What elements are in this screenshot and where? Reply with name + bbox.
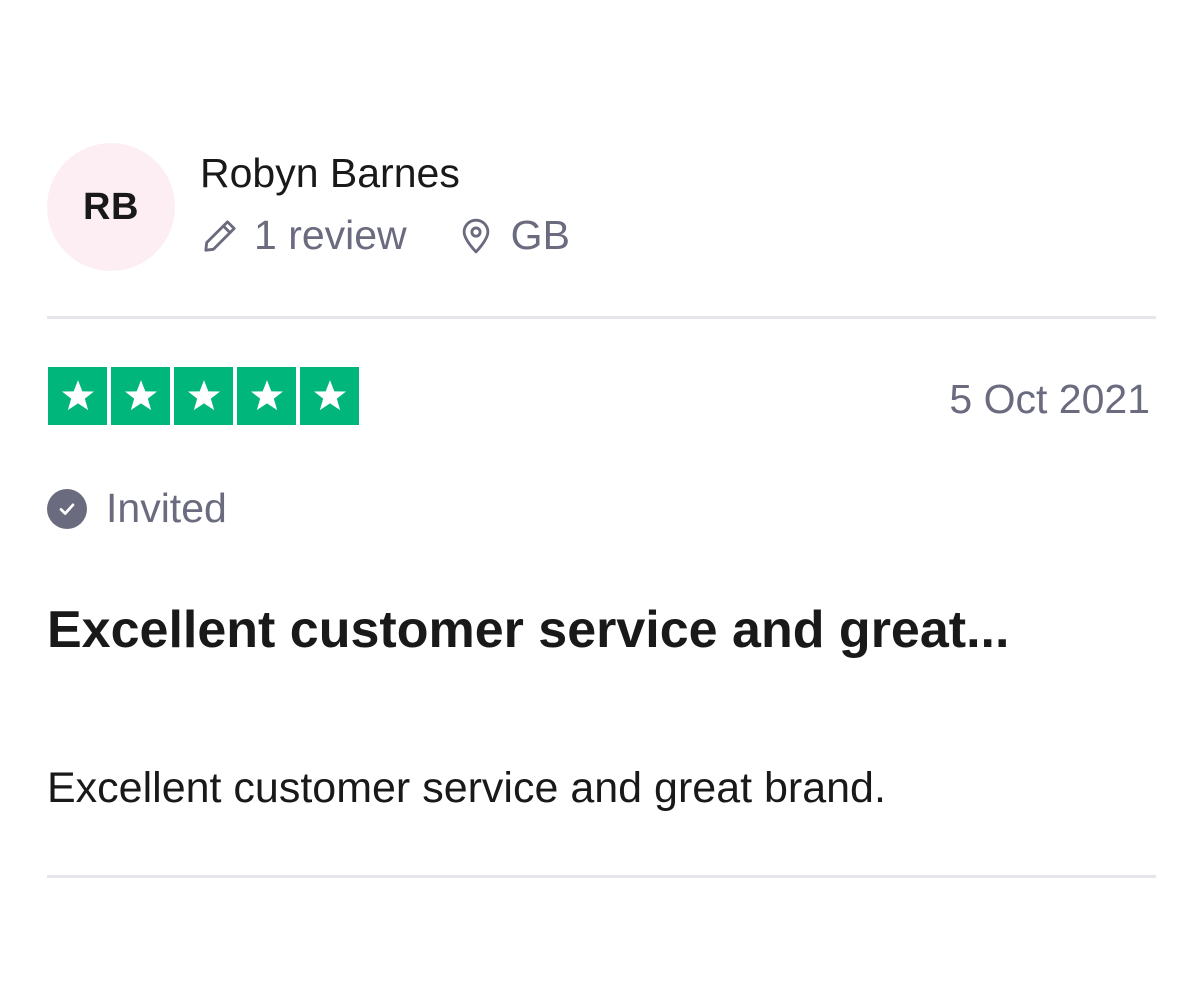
country-code: GB [510, 212, 570, 258]
review-body: Excellent customer service and great bra… [47, 764, 886, 812]
star-icon [48, 367, 107, 425]
star-rating [48, 367, 359, 425]
review-count: 1 review [254, 212, 407, 258]
invited-label[interactable]: Invited [47, 485, 227, 532]
location-pin-icon [457, 216, 495, 256]
divider [47, 316, 1156, 319]
avatar[interactable]: RB [47, 143, 175, 271]
star-icon [174, 367, 233, 425]
star-icon [237, 367, 296, 425]
reviewer-meta: 1 review GB [200, 212, 570, 259]
star-icon [300, 367, 359, 425]
reviewer-name[interactable]: Robyn Barnes [200, 150, 460, 197]
checkmark-circle-icon [47, 488, 87, 529]
review-title[interactable]: Excellent customer service and great... [47, 592, 1047, 668]
review-card: RB Robyn Barnes 1 review GB 5 Oct 2021 I… [0, 0, 1200, 1000]
avatar-initials: RB [83, 185, 139, 228]
star-icon [111, 367, 170, 425]
invited-text: Invited [106, 485, 227, 531]
review-date: 5 Oct 2021 [949, 376, 1150, 422]
pencil-icon [200, 216, 240, 256]
divider [47, 875, 1156, 878]
